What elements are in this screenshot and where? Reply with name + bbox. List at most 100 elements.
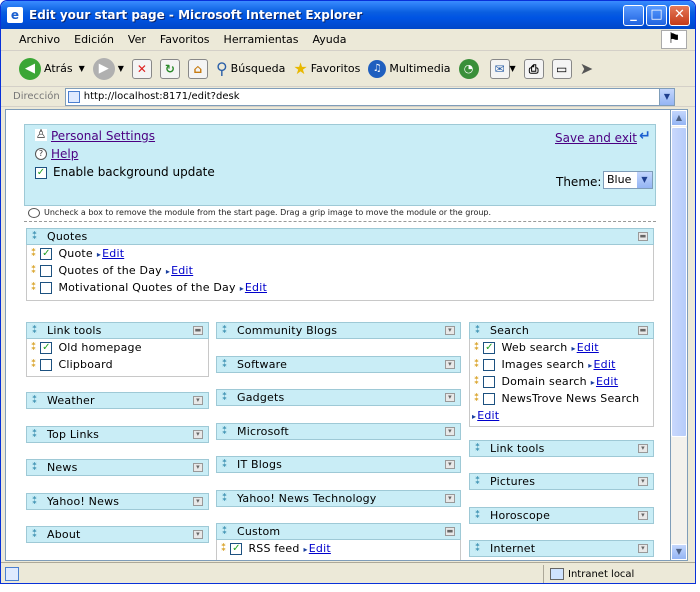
maximize-button[interactable]: □ xyxy=(646,4,667,26)
expand-icon[interactable]: ▾ xyxy=(638,444,648,453)
print-button[interactable]: ⎙ xyxy=(523,58,544,79)
old-homepage-checkbox[interactable]: ✓ xyxy=(40,341,53,354)
group-header[interactable]: ⁑ Community Blogs ▾ xyxy=(216,322,461,339)
vertical-scrollbar[interactable]: ▲ ▼ xyxy=(671,109,688,561)
menu-edicion[interactable]: Edición xyxy=(74,33,114,46)
grip-icon[interactable]: ⁑ xyxy=(31,342,36,353)
group-header[interactable]: ⁑ Pictures ▾ xyxy=(469,473,654,490)
newstrove-checkbox[interactable] xyxy=(483,392,496,405)
expand-icon[interactable]: ▾ xyxy=(193,530,203,539)
menu-archivo[interactable]: Archivo xyxy=(19,33,60,46)
grip-icon[interactable]: ⁑ xyxy=(222,426,227,437)
search-button[interactable]: ⚲ Búsqueda xyxy=(216,59,285,78)
edit-page-button[interactable]: ▭ xyxy=(551,58,572,79)
grip-icon[interactable]: ⁑ xyxy=(31,359,36,370)
grip-icon[interactable]: ⁑ xyxy=(31,282,36,293)
grip-icon[interactable]: ⁑ xyxy=(475,476,480,487)
expand-icon[interactable]: ▾ xyxy=(638,511,648,520)
edit-link[interactable]: ▸Edit xyxy=(304,542,331,555)
expand-icon[interactable]: ▾ xyxy=(445,494,455,503)
messenger-button[interactable]: ➤ xyxy=(580,59,593,78)
expand-icon[interactable]: ▾ xyxy=(638,477,648,486)
minimize-button[interactable]: _ xyxy=(623,4,644,26)
stop-button[interactable]: ✕ xyxy=(131,58,152,79)
group-header[interactable]: ⁑ Top Links ▾ xyxy=(26,426,209,443)
menu-ver[interactable]: Ver xyxy=(128,33,146,46)
quotes-header[interactable]: ⁑ Quotes ▬ xyxy=(26,228,654,245)
expand-icon[interactable]: ▾ xyxy=(193,430,203,439)
grip-icon[interactable]: ⁑ xyxy=(32,231,37,242)
grip-icon[interactable]: ⁑ xyxy=(222,526,227,537)
expand-icon[interactable]: ▾ xyxy=(445,460,455,469)
link-tools-header[interactable]: ⁑ Link tools ▬ xyxy=(26,322,209,339)
grip-icon[interactable]: ⁑ xyxy=(31,248,36,259)
forward-button[interactable]: ▶ ▼ xyxy=(92,57,124,80)
group-header[interactable]: ⁑ News ▾ xyxy=(26,459,209,476)
grip-icon[interactable]: ⁑ xyxy=(222,392,227,403)
group-header[interactable]: ⁑ Software ▾ xyxy=(216,356,461,373)
favorites-button[interactable]: ★ Favoritos xyxy=(293,59,360,78)
grip-icon[interactable]: ⁑ xyxy=(221,543,226,554)
expand-icon[interactable]: ▾ xyxy=(445,360,455,369)
group-header[interactable]: ⁑ Yahoo! News ▾ xyxy=(26,493,209,510)
rss-feed-checkbox[interactable]: ✓ xyxy=(230,542,243,555)
grip-icon[interactable]: ⁑ xyxy=(475,510,480,521)
home-button[interactable]: ⌂ xyxy=(187,58,208,79)
menu-ayuda[interactable]: Ayuda xyxy=(312,33,346,46)
clipboard-checkbox[interactable] xyxy=(40,358,53,371)
refresh-button[interactable]: ↻ xyxy=(159,58,180,79)
motivational-quotes-checkbox[interactable] xyxy=(40,281,53,294)
grip-icon[interactable]: ⁑ xyxy=(32,496,37,507)
expand-icon[interactable]: ▾ xyxy=(638,544,648,553)
address-dropdown-button[interactable]: ▼ xyxy=(659,87,675,106)
close-button[interactable]: ✕ xyxy=(669,4,690,26)
group-header[interactable]: ⁑ Custom ▬ xyxy=(216,523,461,540)
grip-icon[interactable]: ⁑ xyxy=(474,342,479,353)
web-search-checkbox[interactable]: ✓ xyxy=(483,341,496,354)
domain-search-checkbox[interactable] xyxy=(483,375,496,388)
group-header[interactable]: ⁑ Yahoo! News Technology ▾ xyxy=(216,490,461,507)
scroll-thumb[interactable] xyxy=(671,127,687,437)
expand-icon[interactable]: ▾ xyxy=(193,497,203,506)
group-header[interactable]: ⁑ Search ▬ xyxy=(469,322,654,339)
images-search-checkbox[interactable] xyxy=(483,358,496,371)
grip-icon[interactable]: ⁑ xyxy=(32,395,37,406)
grip-icon[interactable]: ⁑ xyxy=(222,359,227,370)
bg-update-checkbox[interactable]: ✓ xyxy=(35,166,47,179)
minimize-icon[interactable]: ▬ xyxy=(638,326,648,335)
grip-icon[interactable]: ⁑ xyxy=(474,376,479,387)
edit-link[interactable]: ▸Edit xyxy=(472,409,499,422)
edit-link[interactable]: ▸Edit xyxy=(166,264,193,277)
scroll-up-button[interactable]: ▲ xyxy=(671,110,687,126)
group-header[interactable]: ⁑ Microsoft ▾ xyxy=(216,423,461,440)
personal-settings-link[interactable]: Personal Settings xyxy=(51,129,155,143)
group-header[interactable]: ⁑ IT Blogs ▾ xyxy=(216,456,461,473)
grip-icon[interactable]: ⁑ xyxy=(474,393,479,404)
edit-link[interactable]: ▸Edit xyxy=(97,247,124,260)
grip-icon[interactable]: ⁑ xyxy=(474,359,479,370)
expand-icon[interactable]: ▾ xyxy=(445,326,455,335)
quotes-of-the-day-checkbox[interactable] xyxy=(40,264,53,277)
minimize-icon[interactable]: ▬ xyxy=(445,527,455,536)
address-input[interactable]: http://localhost:8171/edit?desk ▼ xyxy=(64,87,675,106)
grip-icon[interactable]: ⁑ xyxy=(31,265,36,276)
theme-select[interactable]: Blue ▼ xyxy=(603,171,653,189)
expand-icon[interactable]: ▾ xyxy=(193,396,203,405)
minimize-icon[interactable]: ▬ xyxy=(193,326,203,335)
edit-link[interactable]: ▸Edit xyxy=(240,281,267,294)
grip-icon[interactable]: ⁑ xyxy=(475,543,480,554)
menu-herramientas[interactable]: Herramientas xyxy=(224,33,299,46)
expand-icon[interactable]: ▾ xyxy=(193,463,203,472)
expand-icon[interactable]: ▾ xyxy=(445,427,455,436)
grip-icon[interactable]: ⁑ xyxy=(222,459,227,470)
grip-icon[interactable]: ⁑ xyxy=(32,325,37,336)
minimize-icon[interactable]: ▬ xyxy=(638,232,648,241)
grip-icon[interactable]: ⁑ xyxy=(32,529,37,540)
help-link[interactable]: Help xyxy=(51,147,78,161)
grip-icon[interactable]: ⁑ xyxy=(475,443,480,454)
edit-link[interactable]: ▸Edit xyxy=(588,358,615,371)
edit-link[interactable]: ▸Edit xyxy=(591,375,618,388)
group-header[interactable]: ⁑ Gadgets ▾ xyxy=(216,389,461,406)
grip-icon[interactable]: ⁑ xyxy=(32,462,37,473)
group-header[interactable]: ⁑ Internet ▾ xyxy=(469,540,654,557)
